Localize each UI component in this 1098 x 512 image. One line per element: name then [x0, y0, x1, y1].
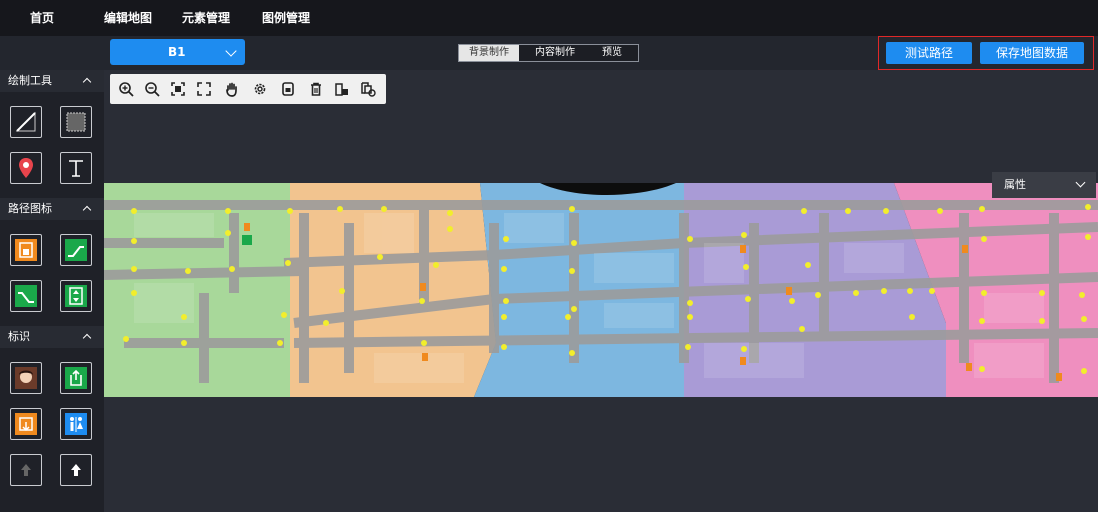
section-draw-tools[interactable]: 绘制工具 [0, 70, 104, 92]
section-markers[interactable]: 标识 [0, 326, 104, 348]
marker-exit-button[interactable] [60, 362, 92, 394]
exit-green-icon [65, 367, 87, 389]
marker-entrance-button[interactable] [10, 408, 42, 440]
properties-panel-toggle[interactable]: 属性 [992, 172, 1096, 198]
test-path-button[interactable]: 测试路径 [886, 42, 972, 64]
properties-title: 属性 [1004, 178, 1026, 191]
tab-background[interactable]: 背景制作 [459, 45, 519, 61]
floor-select-value: B1 [168, 45, 186, 59]
section-draw-tools-title: 绘制工具 [8, 74, 52, 87]
chevron-down-icon [225, 45, 237, 57]
hand-pan-icon[interactable] [224, 81, 240, 97]
map-toolbar [110, 74, 386, 104]
top-nav: 首页 编辑地图 元素管理 图例管理 [0, 0, 1098, 36]
zoom-out-icon[interactable] [144, 81, 160, 97]
escalator-down-icon [15, 285, 37, 307]
trash-icon[interactable] [308, 81, 324, 97]
escalator-up-icon [65, 239, 87, 261]
draw-pin-button[interactable] [10, 152, 42, 184]
left-tool-panel: 绘制工具 路径图标 标识 [0, 70, 104, 512]
lock-icon[interactable] [280, 81, 296, 97]
floor-plan-map[interactable] [104, 183, 1098, 397]
arrow-up-icon [71, 464, 81, 476]
draw-rect-button[interactable] [60, 106, 92, 138]
chevron-up-icon [82, 77, 92, 87]
entrance-orange-icon [15, 413, 37, 435]
mode-tabs: 背景制作 内容制作 预览 [458, 44, 639, 62]
marker-arrow-button[interactable] [60, 454, 92, 486]
zoom-in-icon[interactable] [118, 81, 134, 97]
text-tool-icon [69, 160, 83, 177]
lift-updown-icon [65, 285, 87, 307]
restroom-icon [65, 413, 87, 435]
chevron-down-icon [1075, 177, 1086, 188]
section-markers-title: 标识 [8, 330, 30, 343]
polygon-line-icon [15, 111, 36, 132]
path-elevator-button[interactable] [10, 234, 42, 266]
tab-preview[interactable]: 预览 [589, 45, 635, 61]
map-editor-app: 首页 编辑地图 元素管理 图例管理 B1 背景制作 内容制作 预览 测试路径 保… [0, 0, 1098, 512]
nav-item-edit-map[interactable]: 编辑地图 [100, 0, 156, 36]
tab-content[interactable]: 内容制作 [525, 45, 585, 61]
nav-item-home[interactable]: 首页 [20, 0, 64, 36]
elevator-icon [15, 239, 37, 261]
marker-restroom-button[interactable] [60, 408, 92, 440]
section-path-icons-title: 路径图标 [8, 202, 52, 215]
floor-plan-svg [104, 183, 1098, 397]
rectangle-select-icon [66, 112, 86, 132]
fit-screen-icon[interactable] [170, 81, 186, 97]
section-path-icons[interactable]: 路径图标 [0, 198, 104, 220]
marker-avatar-button[interactable] [10, 362, 42, 394]
save-map-button[interactable]: 保存地图数据 [980, 42, 1084, 64]
path-lift-button[interactable] [60, 280, 92, 312]
settings-gear-icon[interactable] [252, 81, 268, 97]
path-escalator-down-button[interactable] [10, 280, 42, 312]
path-escalator-button[interactable] [60, 234, 92, 266]
floor-select[interactable]: B1 [110, 39, 245, 65]
draw-polygon-button[interactable] [10, 106, 42, 138]
nav-item-element-manage[interactable]: 元素管理 [178, 0, 234, 36]
nav-item-legend-manage[interactable]: 图例管理 [258, 0, 314, 36]
map-exit-marker [242, 235, 252, 245]
paste-delete-icon[interactable] [334, 81, 350, 97]
chevron-up-icon [82, 205, 92, 215]
location-pin-icon [19, 158, 33, 178]
draw-text-button[interactable] [60, 152, 92, 184]
avatar-icon [15, 367, 37, 389]
fullscreen-icon[interactable] [196, 81, 212, 97]
arrow-up-dim-icon [21, 464, 31, 476]
chevron-up-icon [82, 333, 92, 343]
copy-clear-icon[interactable] [360, 81, 376, 97]
marker-arrow-disabled-button[interactable] [10, 454, 42, 486]
